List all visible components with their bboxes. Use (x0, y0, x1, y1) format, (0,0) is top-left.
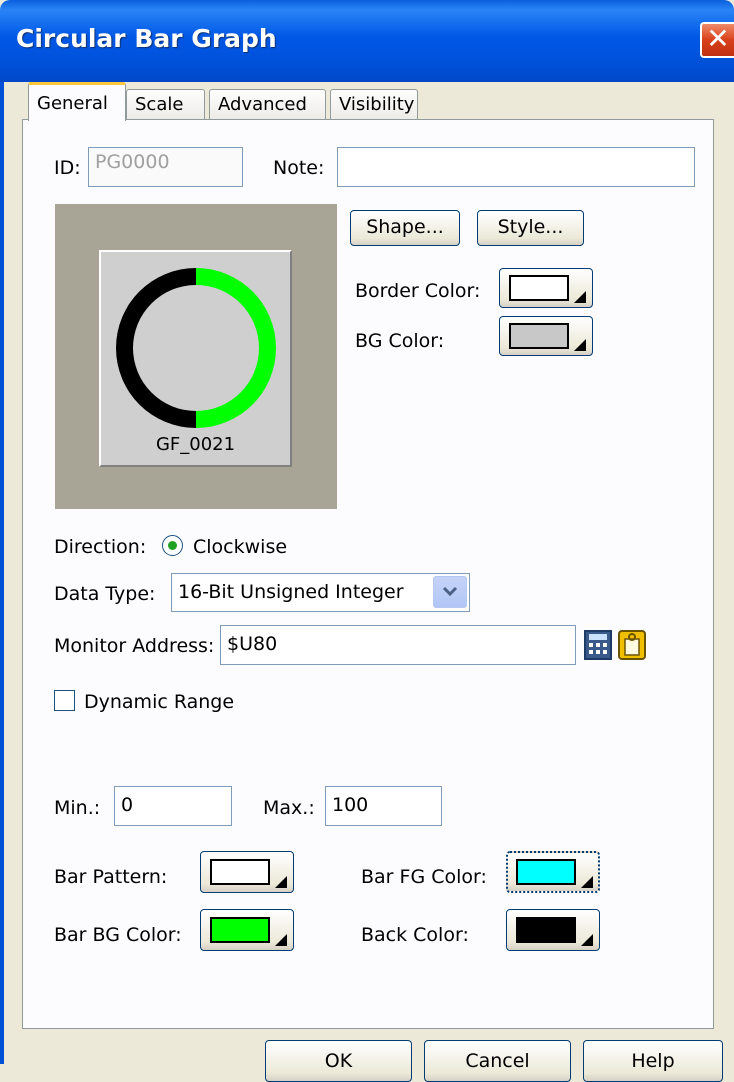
chevron-down-icon (581, 934, 593, 946)
chevron-down-icon (275, 934, 287, 946)
direction-value[interactable]: Clockwise (193, 536, 287, 558)
bar-pattern-button[interactable] (200, 851, 294, 893)
max-field[interactable]: 100 (325, 786, 442, 826)
dynamic-range-label[interactable]: Dynamic Range (84, 691, 234, 713)
chevron-down-icon[interactable] (433, 576, 467, 608)
max-label: Max.: (263, 797, 315, 819)
chevron-down-icon (574, 339, 586, 351)
min-field[interactable]: 0 (114, 786, 232, 826)
tab-general[interactable]: General (28, 82, 126, 121)
preview-caption: GF_0021 (155, 434, 236, 455)
bar-fg-color-label: Bar FG Color: (361, 866, 487, 888)
window-title: Circular Bar Graph (16, 24, 277, 53)
radio-selected-icon[interactable] (162, 535, 183, 556)
radio-dot (168, 541, 177, 550)
tab-advanced[interactable]: Advanced (209, 89, 326, 120)
data-type-select[interactable]: 16-Bit Unsigned Integer (171, 573, 470, 612)
id-field: PG0000 (88, 147, 243, 187)
calculator-icon[interactable] (583, 629, 613, 661)
back-color-label: Back Color: (361, 924, 469, 946)
border-color-button[interactable] (499, 268, 593, 308)
back-color-swatch (516, 917, 576, 943)
bar-pattern-swatch (210, 859, 270, 885)
preview-ring-fg (196, 268, 276, 428)
data-type-label: Data Type: (54, 583, 156, 605)
border-color-swatch (509, 275, 569, 301)
tab-visibility[interactable]: Visibility (330, 89, 418, 120)
preview-tile: GF_0021 (99, 250, 292, 467)
chevron-down-icon (275, 876, 287, 888)
bar-fg-color-button[interactable] (506, 851, 600, 893)
dynamic-range-checkbox[interactable] (54, 690, 75, 711)
note-field[interactable] (337, 147, 695, 187)
border-color-label: Border Color: (355, 280, 481, 302)
min-label: Min.: (54, 797, 101, 819)
shape-button[interactable]: Shape... (350, 210, 460, 246)
style-button[interactable]: Style... (477, 210, 584, 246)
help-button[interactable]: Help (583, 1040, 723, 1082)
bar-bg-color-button[interactable] (200, 909, 294, 951)
bar-bg-color-swatch (210, 917, 270, 943)
cancel-button[interactable]: Cancel (424, 1040, 571, 1082)
note-label: Note: (273, 157, 325, 179)
ok-button[interactable]: OK (265, 1040, 412, 1082)
window-frame-left (0, 82, 4, 1064)
bar-fg-color-swatch (516, 859, 576, 885)
chevron-down-icon (574, 291, 586, 303)
bar-pattern-label: Bar Pattern: (54, 866, 168, 888)
close-icon[interactable]: ✕ (700, 22, 734, 58)
bg-color-button[interactable] (499, 316, 593, 356)
monitor-address-field[interactable]: $U80 (220, 625, 576, 665)
preview-ring-bg (115, 268, 196, 428)
back-color-button[interactable] (506, 909, 600, 951)
bar-bg-color-label: Bar BG Color: (54, 924, 182, 946)
chevron-down-icon (581, 876, 593, 888)
bg-color-label: BG Color: (355, 330, 445, 352)
tab-scale[interactable]: Scale (126, 89, 205, 120)
monitor-address-label: Monitor Address: (54, 635, 215, 657)
tag-icon[interactable] (617, 629, 647, 661)
direction-label: Direction: (54, 536, 147, 558)
id-label: ID: (54, 157, 81, 179)
bg-color-swatch (509, 323, 569, 349)
